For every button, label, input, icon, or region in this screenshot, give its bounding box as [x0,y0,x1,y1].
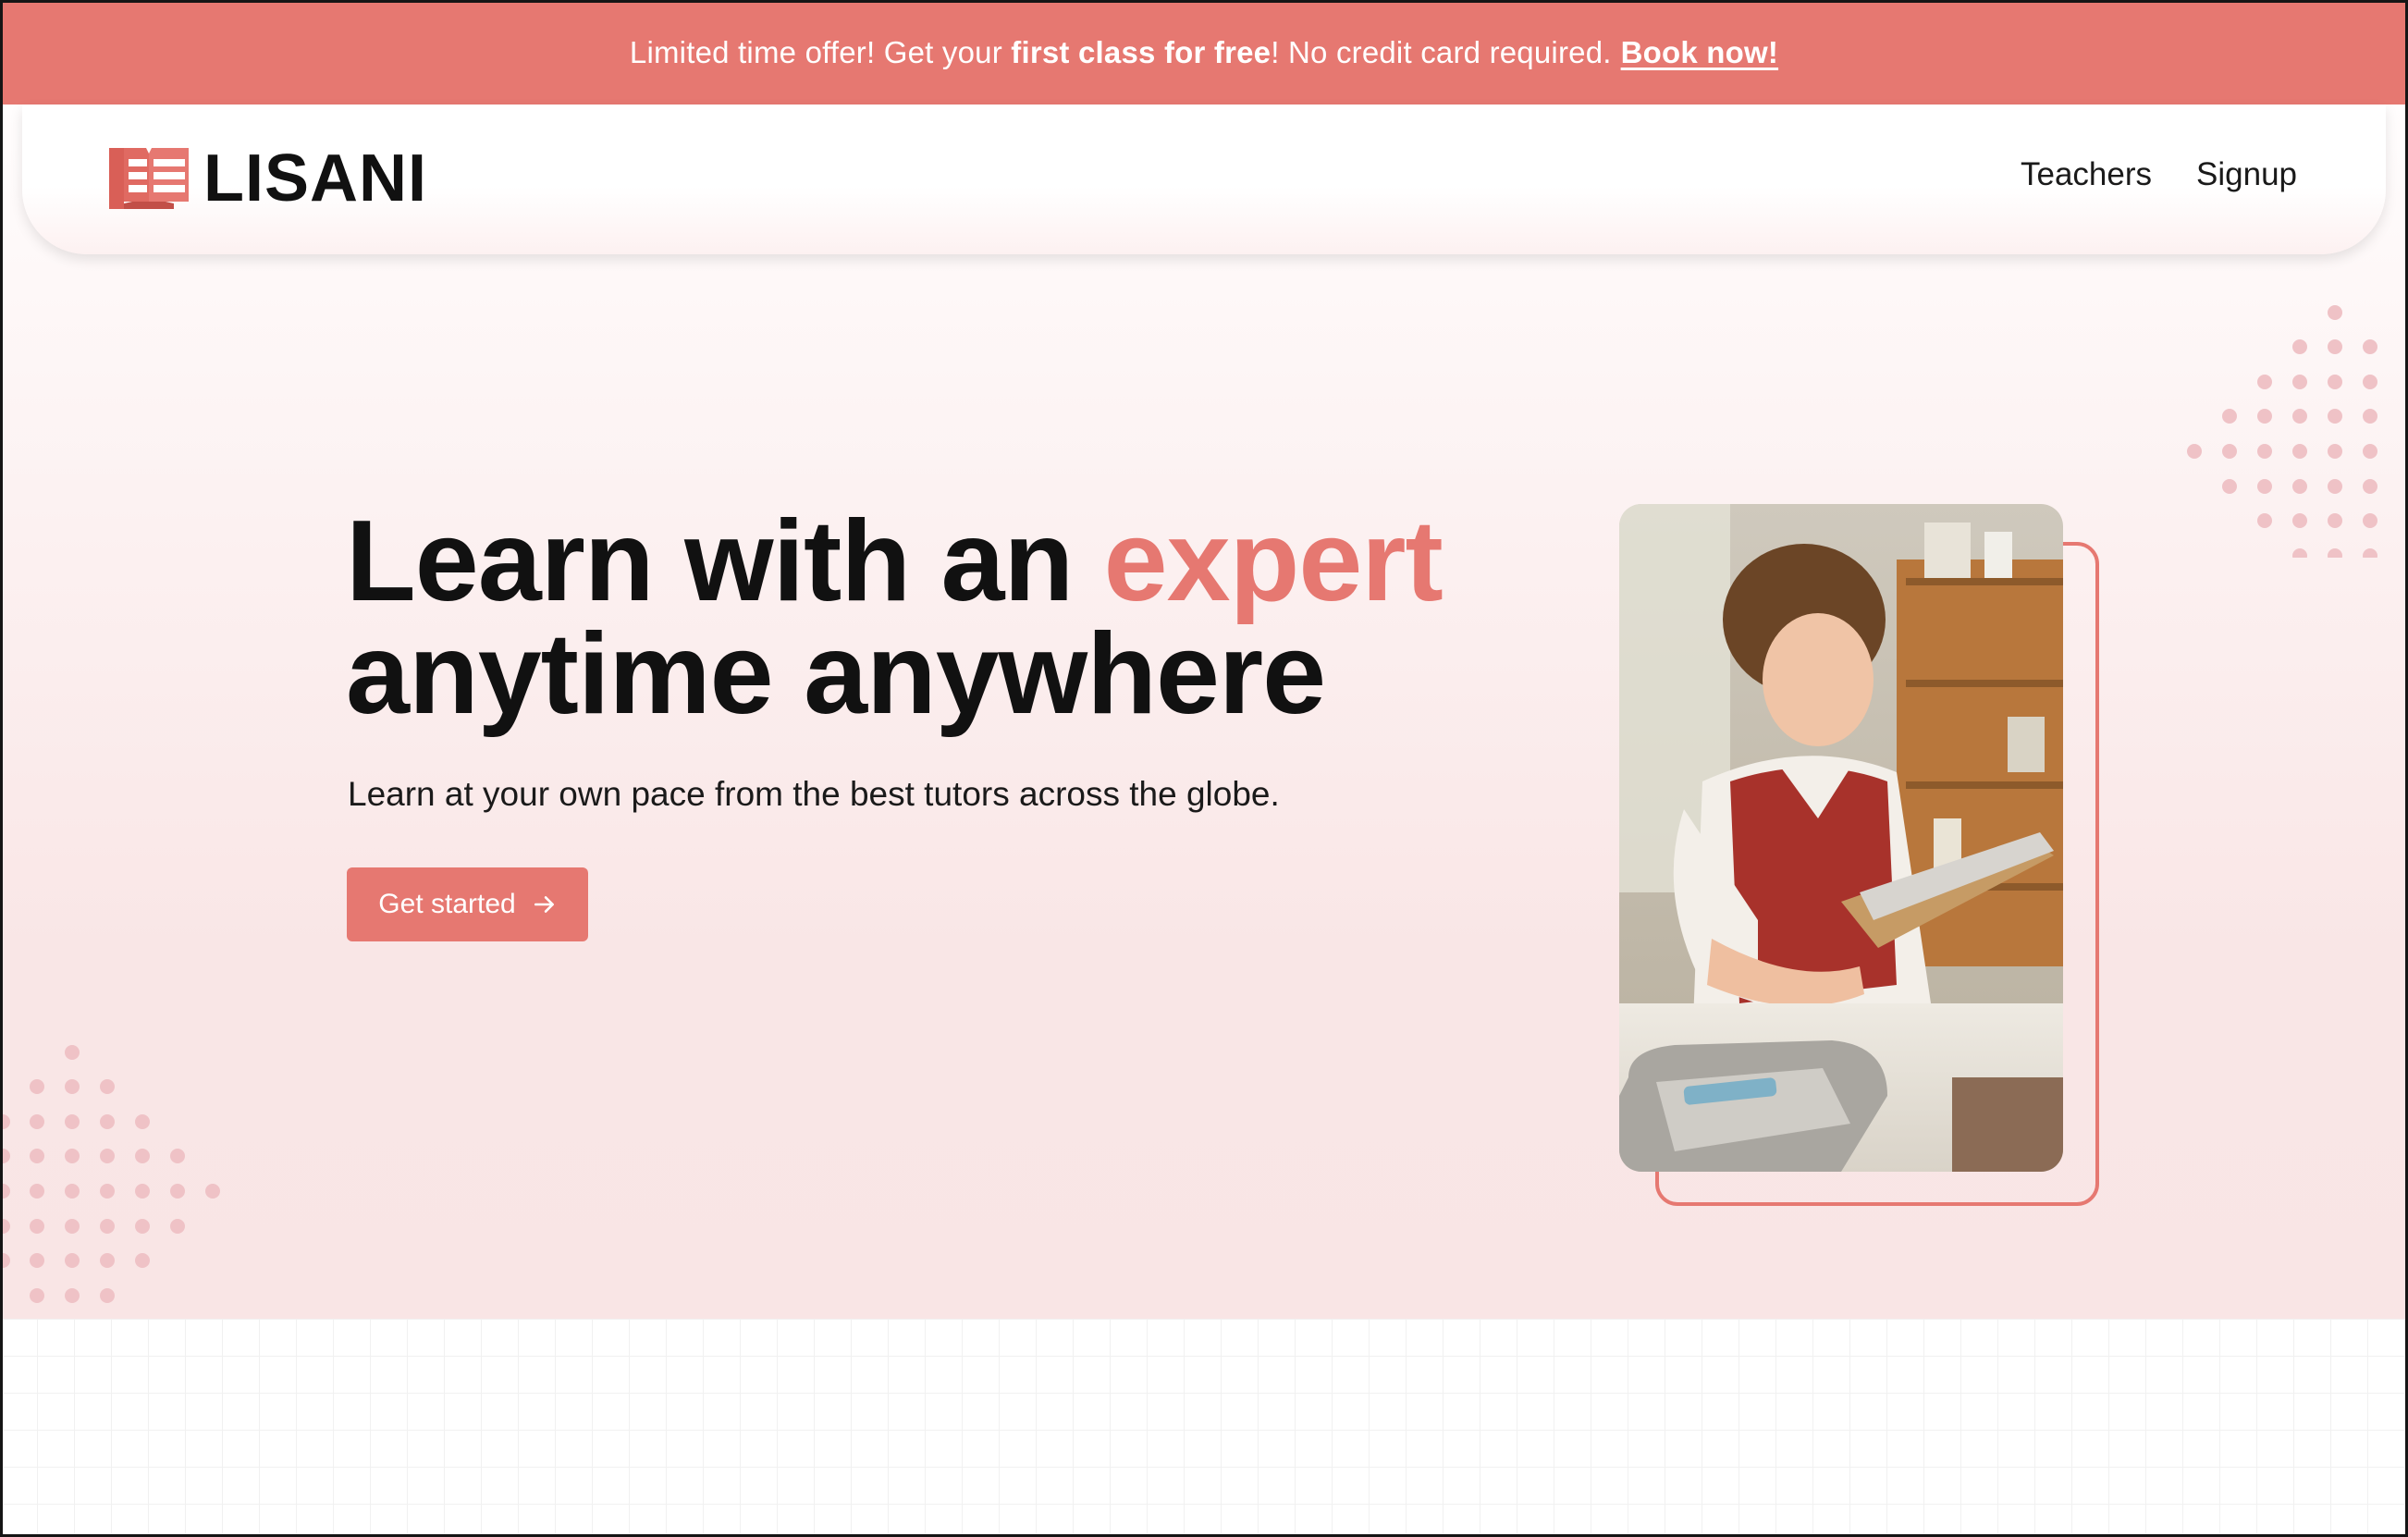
decorative-dots-bottom-left [0,1029,231,1319]
decorative-dots-top-right [2182,289,2408,558]
headline-line2: anytime anywhere [346,610,1326,738]
get-started-button[interactable]: Get started [347,867,588,941]
hero-headline: Learn with an expert anytime anywhere [346,504,1444,732]
brand-logo[interactable]: LISANI [109,145,427,212]
grid-section [0,1319,2408,1537]
hero-photo [1619,504,2063,1172]
get-started-label: Get started [378,889,516,919]
promo-text-before: Limited time offer! Get your [629,34,1002,69]
headline-part1: Learn with an [346,498,1074,625]
open-book-icon [109,148,189,209]
promo-banner: Limited time offer! Get your first class… [0,0,2408,105]
headline-accent: expert [1103,498,1444,625]
nav-signup-link[interactable]: Signup [2196,156,2297,193]
hero-subtitle: Learn at your own pace from the best tut… [348,775,1280,813]
book-now-link[interactable]: Book now! [1621,35,1778,70]
main-nav: Teachers Signup [2021,156,2297,193]
arrow-right-icon [534,896,554,913]
brand-name: LISANI [203,141,428,215]
site-header: LISANI Teachers Signup [22,105,2386,254]
promo-text-strong: first class for free [1011,34,1272,69]
promo-text-after: ! No credit card required. [1271,34,1612,69]
child-with-tablet-image [1619,504,2063,1172]
nav-teachers-link[interactable]: Teachers [2021,156,2152,193]
